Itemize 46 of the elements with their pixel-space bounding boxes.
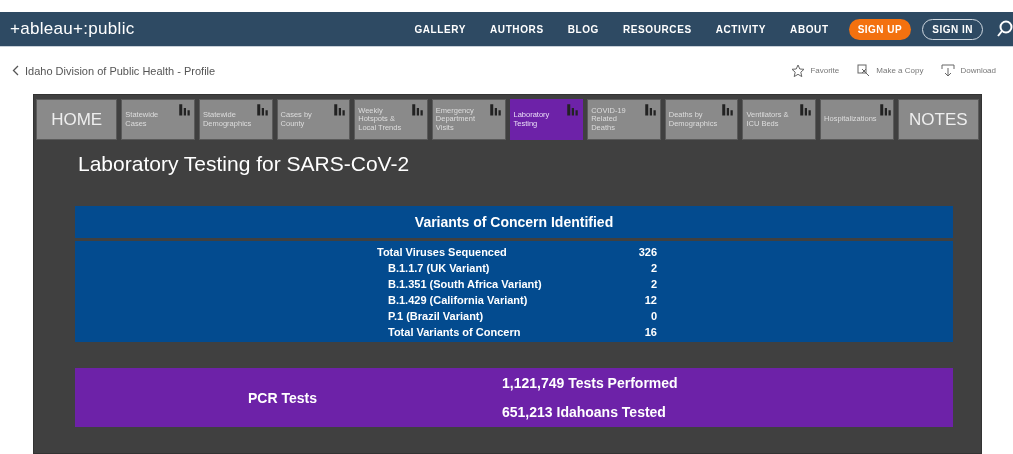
search-icon[interactable] bbox=[997, 20, 1013, 38]
download-icon bbox=[941, 63, 956, 78]
chevron-left-icon bbox=[12, 65, 19, 76]
nav-link[interactable]: ABOUT bbox=[790, 23, 829, 35]
nav-link[interactable]: AUTHORS bbox=[490, 23, 544, 35]
row-label: Total Viruses Sequenced bbox=[377, 246, 508, 258]
copy-icon bbox=[857, 63, 872, 78]
row-value: 2 bbox=[649, 278, 657, 290]
action-link[interactable]: Download bbox=[941, 63, 996, 78]
star-icon bbox=[791, 63, 806, 78]
nav-link[interactable]: ACTIVITY bbox=[715, 23, 767, 35]
pcr-label: PCR Tests bbox=[248, 389, 318, 406]
logo[interactable]: +ableau+:public bbox=[10, 19, 135, 39]
dashboard-title: Laboratory Testing for SARS-CoV-2 bbox=[78, 152, 411, 176]
action-link[interactable]: Make a Copy bbox=[857, 63, 924, 78]
bar-chart-icon bbox=[176, 102, 192, 117]
bar-chart-icon bbox=[798, 102, 814, 117]
bar-chart-icon bbox=[254, 102, 270, 117]
bar-chart-icon bbox=[487, 102, 503, 117]
row-label: P.1 (Brazil Variant) bbox=[388, 310, 485, 322]
bar-chart-icon bbox=[565, 102, 581, 117]
row-label: B.1.351 (South Africa Variant) bbox=[388, 278, 543, 290]
row-label: B.1.429 (California Variant) bbox=[388, 294, 529, 306]
nav-link[interactable]: GALLERY bbox=[414, 23, 466, 35]
nav-link[interactable]: RESOURCES bbox=[622, 23, 692, 35]
row-value: 2 bbox=[649, 262, 657, 274]
pcr-stat: 651,213 Idahoans Tested bbox=[502, 404, 667, 420]
dashboard-tab[interactable]: NOTES bbox=[897, 99, 979, 140]
row-label: B.1.1.7 (UK Variant) bbox=[388, 262, 491, 274]
row-value: 12 bbox=[643, 294, 657, 306]
nav-link[interactable]: BLOG bbox=[567, 23, 599, 35]
nav-link[interactable]: SIGN UP bbox=[848, 18, 912, 40]
row-value: 326 bbox=[637, 246, 657, 258]
row-label: Total Variants of Concern bbox=[388, 326, 522, 338]
row-value: 16 bbox=[643, 326, 657, 338]
table-header: Variants of Concern Identified bbox=[75, 206, 953, 238]
bar-chart-icon bbox=[720, 102, 736, 117]
pcr-stat: 1,121,749 Tests Performed bbox=[502, 375, 678, 391]
bar-chart-icon bbox=[642, 102, 658, 117]
back-link[interactable]: Idaho Division of Public Health - Profile bbox=[12, 64, 216, 77]
row-value: 0 bbox=[649, 310, 657, 322]
action-link[interactable]: Favorite bbox=[791, 63, 840, 78]
bar-chart-icon bbox=[332, 102, 348, 117]
bar-chart-icon bbox=[877, 102, 893, 117]
dashboard-tab[interactable]: HOME bbox=[36, 99, 118, 140]
bar-chart-icon bbox=[409, 102, 425, 117]
